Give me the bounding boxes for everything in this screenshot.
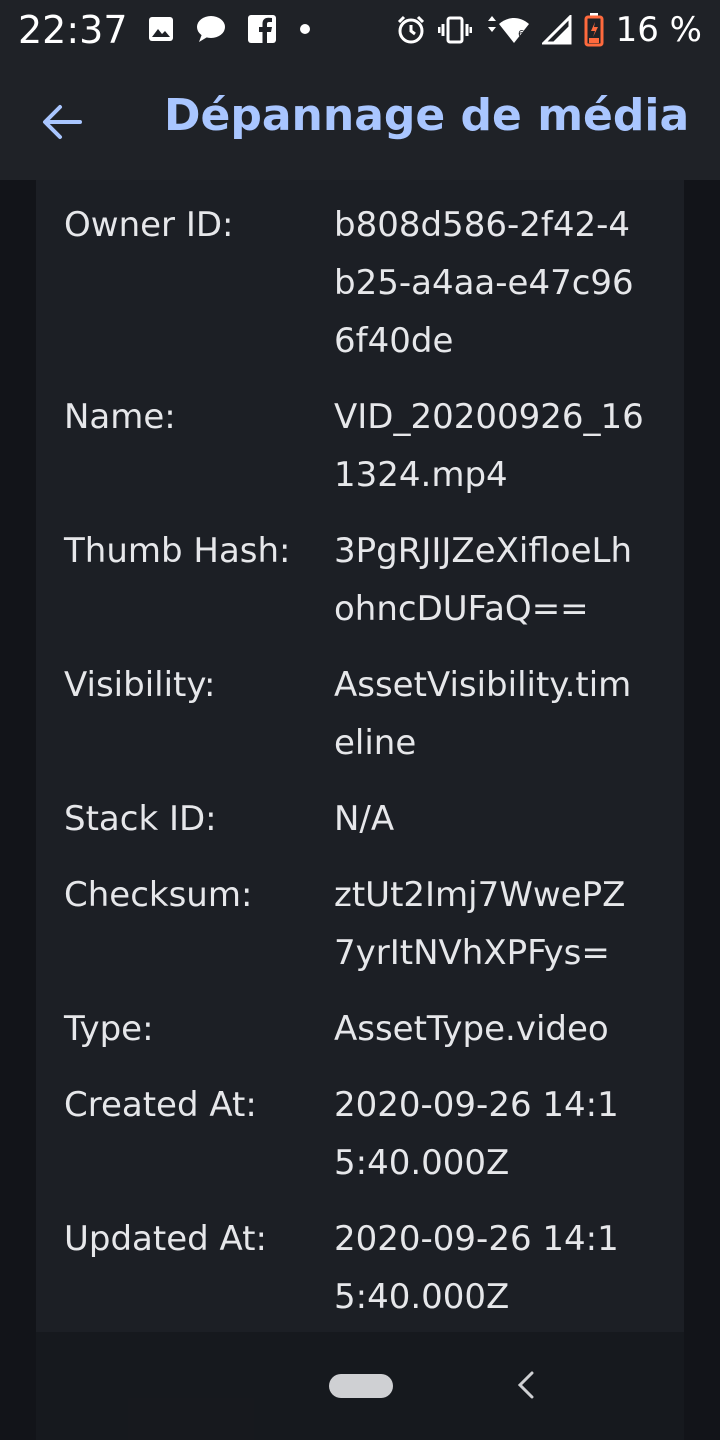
detail-row-type: Type: AssetType.video <box>64 1000 664 1058</box>
owner-id-value: b808d586-2f42-4b25-a4aa-e47c966f40de <box>334 205 634 361</box>
stack-id-label: Stack ID: <box>64 799 217 839</box>
checksum-label: Checksum: <box>64 875 253 915</box>
name-label: Name: <box>64 397 176 437</box>
dot-icon <box>300 24 310 34</box>
type-label: Type: <box>64 1009 154 1049</box>
alarm-icon <box>397 15 424 44</box>
image-icon <box>149 17 173 41</box>
detail-row-visibility: Visibility: AssetVisibility.timeline <box>64 656 664 772</box>
back-button[interactable] <box>30 90 94 154</box>
status-bar: 22:37 6 16 % <box>0 0 720 62</box>
detail-row-owner-id: Owner ID: b808d586-2f42-4b25-a4aa-e47c96… <box>64 196 664 370</box>
detail-row-created-at: Created At: 2020-09-26 14:15:40.000Z <box>64 1076 664 1192</box>
app-bar: Dépannage de média <box>0 62 720 180</box>
status-icons-left <box>148 12 312 46</box>
page-title: Dépannage de média <box>164 90 690 141</box>
status-icons-right: 6 16 % <box>396 8 702 52</box>
updated-at-label: Updated At: <box>64 1219 267 1259</box>
thumb-hash-label: Thumb Hash: <box>64 531 291 571</box>
wifi-icon: 6 <box>487 16 529 43</box>
checksum-value: ztUt2Imj7WwePZ7yrItNVhXPFys= <box>334 875 626 973</box>
visibility-value: AssetVisibility.timeline <box>334 665 632 763</box>
arrow-left-icon <box>43 105 82 139</box>
home-gesture-pill[interactable] <box>329 1374 393 1398</box>
detail-row-stack-id: Stack ID: N/A <box>64 790 664 848</box>
stack-id-value: N/A <box>334 799 395 839</box>
name-value: VID_20200926_161324.mp4 <box>334 397 644 495</box>
visibility-label: Visibility: <box>64 665 216 705</box>
detail-row-checksum: Checksum: ztUt2Imj7WwePZ7yrItNVhXPFys= <box>64 866 664 982</box>
thumb-hash-value: 3PgRJIJZeXifloeLhohncDUFaQ== <box>334 531 632 629</box>
updated-at-value: 2020-09-26 14:15:40.000Z <box>334 1219 619 1317</box>
status-time: 22:37 <box>18 8 128 52</box>
chat-bubble-icon <box>197 16 225 42</box>
owner-id-label: Owner ID: <box>64 205 234 245</box>
vibrate-icon <box>437 16 472 44</box>
svg-text:6: 6 <box>518 29 524 40</box>
battery-icon <box>584 13 604 47</box>
detail-row-name: Name: VID_20200926_161324.mp4 <box>64 388 664 504</box>
nav-back-icon[interactable] <box>514 1370 538 1400</box>
cell-signal-icon <box>541 15 572 45</box>
screen: 22:37 6 16 % Dépannage de média Owner ID… <box>0 0 720 1440</box>
created-at-label: Created At: <box>64 1085 257 1125</box>
battery-percentage: 16 % <box>615 10 702 50</box>
created-at-value: 2020-09-26 14:15:40.000Z <box>334 1085 619 1183</box>
type-value: AssetType.video <box>334 1009 609 1049</box>
asset-details-list: Owner ID: b808d586-2f42-4b25-a4aa-e47c96… <box>64 196 664 1344</box>
detail-row-thumb-hash: Thumb Hash: 3PgRJIJZeXifloeLhohncDUFaQ== <box>64 522 664 638</box>
facebook-icon <box>248 15 276 43</box>
detail-row-updated-at: Updated At: 2020-09-26 14:15:40.000Z <box>64 1210 664 1326</box>
